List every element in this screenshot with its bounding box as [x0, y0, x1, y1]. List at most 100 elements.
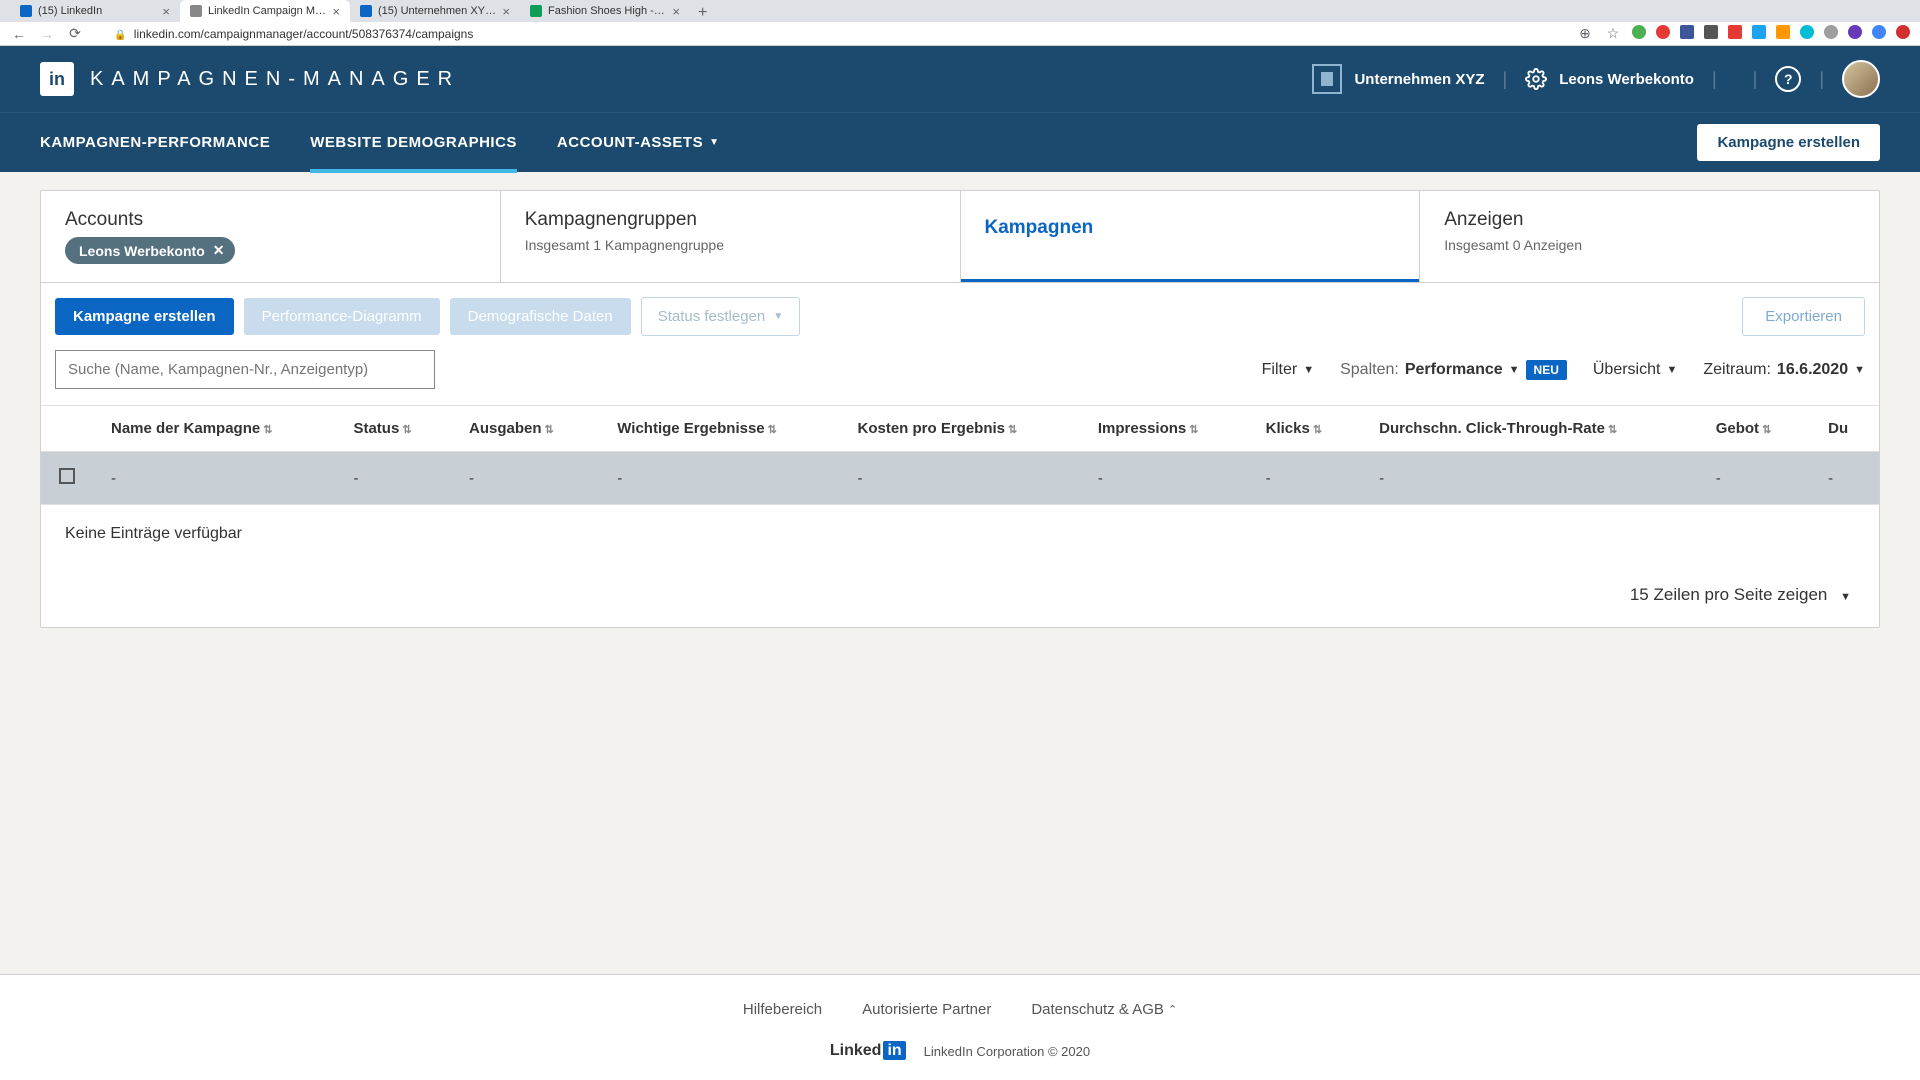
ext-icon[interactable]: [1704, 25, 1718, 39]
cell: -: [1810, 452, 1879, 505]
level-tab-campaigns[interactable]: Kampagnen: [961, 191, 1421, 282]
col-label: Kosten pro Ergebnis: [857, 420, 1005, 437]
col-header[interactable]: Du: [1810, 406, 1879, 452]
sort-icon: ⇅: [1313, 424, 1322, 436]
account-chip[interactable]: Leons Werbekonto ✕: [65, 237, 235, 264]
level-tab-ads[interactable]: Anzeigen Insgesamt 0 Anzeigen: [1420, 191, 1879, 282]
nav-tab-performance[interactable]: KAMPAGNEN-PERFORMANCE: [40, 113, 270, 173]
chevron-down-icon: ▼: [709, 137, 719, 148]
col-header[interactable]: Gebot⇅: [1698, 406, 1810, 452]
overview-dropdown[interactable]: Übersicht ▼: [1593, 361, 1677, 379]
chevron-down-icon: ▼: [1509, 364, 1520, 376]
browser-tab-1[interactable]: LinkedIn Campaign Manager ×: [180, 0, 350, 22]
ext-icon[interactable]: [1680, 25, 1694, 39]
rows-per-page-dropdown[interactable]: 15 Zeilen pro Seite zeigen ▼: [41, 563, 1879, 627]
footer-link-help[interactable]: Hilfebereich: [743, 1001, 822, 1018]
linkedin-logo-icon[interactable]: in: [40, 62, 74, 96]
user-avatar[interactable]: [1842, 60, 1880, 98]
reload-button[interactable]: ⟳: [66, 25, 84, 42]
col-header[interactable]: Durchschn. Click-Through-Rate⇅: [1361, 406, 1698, 452]
ext-icon[interactable]: [1728, 25, 1742, 39]
rows-per-page-label: 15 Zeilen pro Seite zeigen: [1630, 585, 1828, 604]
nav-tab-label: ACCOUNT-ASSETS: [557, 134, 703, 151]
star-icon[interactable]: ☆: [1604, 25, 1622, 42]
checkbox-icon[interactable]: [59, 468, 75, 484]
col-label: Status: [353, 420, 399, 437]
ext-icon[interactable]: [1752, 25, 1766, 39]
col-header[interactable]: Status⇅: [335, 406, 451, 452]
export-button[interactable]: Exportieren: [1742, 297, 1865, 336]
separator: |: [1753, 69, 1758, 90]
browser-tab-3[interactable]: Fashion Shoes High - Free ph... ×: [520, 0, 690, 22]
favicon-icon: [190, 5, 202, 17]
ext-icon[interactable]: [1656, 25, 1670, 39]
col-header[interactable]: Wichtige Ergebnisse⇅: [599, 406, 839, 452]
ext-icon[interactable]: [1632, 25, 1646, 39]
nav-tab-demographics[interactable]: WEBSITE DEMOGRAPHICS: [310, 113, 517, 173]
close-icon[interactable]: ×: [672, 4, 680, 19]
ext-icon[interactable]: [1824, 25, 1838, 39]
level-tab-accounts[interactable]: Accounts Leons Werbekonto ✕: [41, 191, 501, 282]
col-header[interactable]: Impressions⇅: [1080, 406, 1248, 452]
ext-icon[interactable]: [1896, 25, 1910, 39]
create-campaign-button[interactable]: Kampagne erstellen: [55, 298, 234, 335]
sort-icon: ⇅: [1189, 424, 1198, 436]
close-icon[interactable]: ✕: [213, 242, 225, 259]
col-header[interactable]: Ausgaben⇅: [451, 406, 599, 452]
filter-dropdown[interactable]: Filter ▼: [1262, 361, 1314, 379]
linkedin-logo: Linkedin: [830, 1042, 906, 1060]
col-label: Name der Kampagne: [111, 420, 260, 437]
empty-message: Keine Einträge verfügbar: [41, 505, 1879, 563]
set-status-button: Status festlegen ▼: [641, 297, 800, 336]
col-header[interactable]: Name der Kampagne⇅: [93, 406, 335, 452]
cell: -: [1698, 452, 1810, 505]
logo-text: Linked: [830, 1042, 882, 1059]
close-icon[interactable]: ×: [332, 4, 340, 19]
ext-icon[interactable]: [1800, 25, 1814, 39]
browser-chrome: (15) LinkedIn × LinkedIn Campaign Manage…: [0, 0, 1920, 46]
nav-tab-label: KAMPAGNEN-PERFORMANCE: [40, 134, 270, 151]
table-wrapper: Name der Kampagne⇅ Status⇅ Ausgaben⇅ Wic…: [41, 405, 1879, 505]
account-name[interactable]: Leons Werbekonto: [1559, 71, 1694, 88]
new-tab-button[interactable]: +: [690, 4, 715, 22]
tab-title: Fashion Shoes High - Free ph...: [548, 5, 666, 17]
footer-link-label: Datenschutz & AGB: [1031, 1001, 1164, 1018]
level-title: Kampagnengruppen: [525, 209, 936, 231]
org-name[interactable]: Unternehmen XYZ: [1354, 71, 1484, 88]
col-label: Impressions: [1098, 420, 1186, 437]
col-header[interactable]: Klicks⇅: [1248, 406, 1362, 452]
level-tab-groups[interactable]: Kampagnengruppen Insgesamt 1 Kampagnengr…: [501, 191, 961, 282]
timerange-label: Zeitraum:: [1703, 361, 1771, 379]
create-campaign-button[interactable]: Kampagne erstellen: [1697, 124, 1880, 161]
url-bar[interactable]: 🔒 linkedin.com/campaignmanager/account/5…: [94, 27, 1566, 41]
close-icon[interactable]: ×: [502, 4, 510, 19]
col-header[interactable]: Kosten pro Ergebnis⇅: [839, 406, 1079, 452]
filter-label: Filter: [1262, 361, 1298, 379]
ext-icon[interactable]: [1872, 25, 1886, 39]
help-icon[interactable]: ?: [1775, 66, 1801, 92]
table-header-row: Name der Kampagne⇅ Status⇅ Ausgaben⇅ Wic…: [41, 406, 1879, 452]
gear-icon[interactable]: [1525, 68, 1547, 90]
close-icon[interactable]: ×: [162, 4, 170, 19]
browser-tab-0[interactable]: (15) LinkedIn ×: [10, 0, 180, 22]
columns-dropdown[interactable]: Spalten: Performance ▼ NEU: [1340, 360, 1567, 380]
footer-link-privacy[interactable]: Datenschutz & AGB ⌃: [1031, 1001, 1177, 1018]
extension-icons: ⊕ ☆: [1576, 25, 1910, 42]
cell-checkbox[interactable]: [41, 452, 93, 505]
zoom-icon[interactable]: ⊕: [1576, 25, 1594, 42]
cell: -: [1361, 452, 1698, 505]
footer-link-partners[interactable]: Autorisierte Partner: [862, 1001, 991, 1018]
browser-tab-2[interactable]: (15) Unternehmen XYZ: Admin ×: [350, 0, 520, 22]
timerange-dropdown[interactable]: Zeitraum: 16.6.2020 ▼: [1703, 361, 1865, 379]
search-input[interactable]: [55, 350, 435, 389]
ext-icon[interactable]: [1848, 25, 1862, 39]
org-badge-icon[interactable]: [1312, 64, 1342, 94]
chevron-down-icon: ▼: [1840, 591, 1851, 603]
cell: -: [599, 452, 839, 505]
forward-button[interactable]: →: [38, 26, 56, 42]
nav-tab-assets[interactable]: ACCOUNT-ASSETS ▼: [557, 113, 720, 173]
ext-icon[interactable]: [1776, 25, 1790, 39]
overview-label: Übersicht: [1593, 361, 1661, 379]
back-button[interactable]: ←: [10, 26, 28, 42]
browser-tabs: (15) LinkedIn × LinkedIn Campaign Manage…: [0, 0, 1920, 22]
